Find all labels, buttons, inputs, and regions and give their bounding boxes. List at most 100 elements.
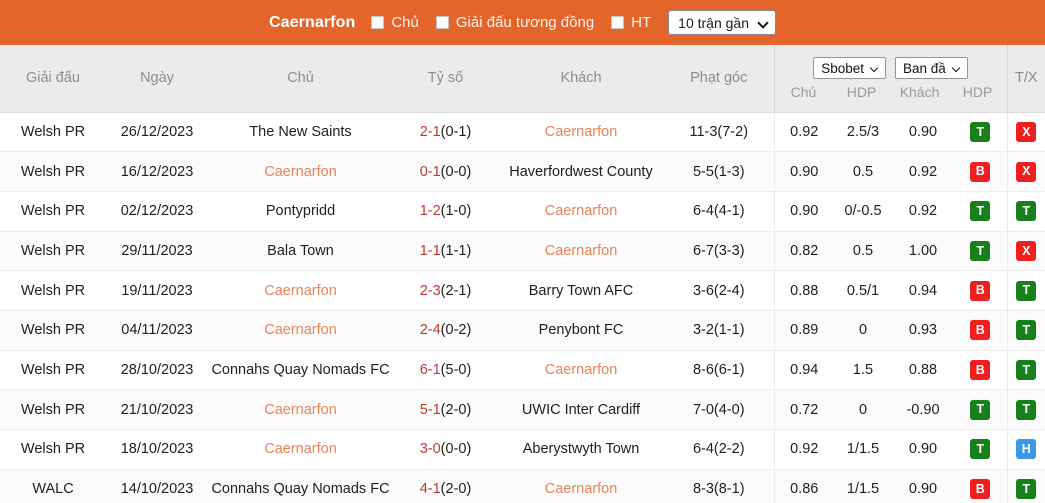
bookmaker-select[interactable]: Sbobet: [813, 57, 887, 80]
cell-home-team[interactable]: Connahs Quay Nomads FC: [208, 350, 393, 391]
cell-away-team[interactable]: Caernarfon: [498, 191, 664, 232]
column-header-date[interactable]: Ngày: [106, 45, 208, 113]
recent-matches-select[interactable]: 10 trận gần: [668, 10, 777, 35]
table-row[interactable]: Welsh PR 29/11/2023 Bala Town 1-1(1-1) Caern…: [0, 231, 1045, 272]
column-header-odds-group: Sbobet Ban đầ Chủ HDP Khách HDP: [773, 45, 1008, 113]
cell-home-team[interactable]: Caernarfon: [208, 389, 393, 430]
column-header-score[interactable]: Tỷ số: [393, 45, 498, 113]
table-row[interactable]: Welsh PR 21/10/2023 Caernarfon 5-1(2-0) UWIC…: [0, 389, 1045, 430]
cell-result-badge: T: [954, 191, 1008, 232]
table-header-row: Giải đấu Ngày Chủ Tỷ số Khách Phạt góc S…: [0, 45, 1045, 113]
cell-league: Welsh PR: [0, 191, 106, 232]
cell-date: 21/10/2023: [106, 389, 208, 430]
table-row[interactable]: Welsh PR 28/10/2023 Connahs Quay Nomads FC…: [0, 350, 1045, 391]
cell-score: 2-4(0-2): [393, 310, 498, 351]
cell-home-team[interactable]: Bala Town: [208, 231, 393, 272]
cell-result-badge: B: [954, 310, 1008, 351]
table-body: Welsh PR 26/12/2023 The New Saints 2-1(0-1)…: [0, 112, 1045, 503]
cell-corners: 8-3(8-1): [692, 481, 745, 498]
cell-date: 29/11/2023: [106, 231, 208, 272]
cell-away-team[interactable]: Caernarfon: [498, 469, 664, 503]
cell-home-odds: 0.90: [773, 151, 834, 192]
cell-date: 26/12/2023: [106, 112, 208, 153]
column-header-tx[interactable]: T/X: [1006, 45, 1045, 113]
column-header-league[interactable]: Giải đấu: [0, 45, 106, 113]
checkbox-unchecked-icon[interactable]: [435, 16, 449, 29]
cell-home-odds: 0.88: [773, 270, 834, 311]
cell-away-team[interactable]: Penybont FC: [498, 310, 664, 351]
cell-away-team[interactable]: Aberystwyth Town: [498, 429, 664, 470]
cell-league: Welsh PR: [0, 231, 106, 272]
match-history-table-container: Giải đấu Ngày Chủ Tỷ số Khách Phạt góc S…: [0, 45, 1045, 503]
cell-score: 1-2(1-0): [393, 191, 498, 232]
cell-home-team[interactable]: Caernarfon: [208, 151, 393, 192]
filter-checkbox-ht[interactable]: HT: [611, 14, 651, 31]
status-badge-tx: X: [1016, 121, 1037, 142]
cell-home-team[interactable]: Caernarfon: [208, 429, 393, 470]
cell-hdp: 2.5/3: [834, 112, 892, 153]
status-badge-result: T: [970, 439, 991, 460]
cell-score: 2-3(2-1): [393, 270, 498, 311]
cell-away-team[interactable]: UWIC Inter Cardiff: [498, 389, 664, 430]
column-header-corners[interactable]: Phạt góc: [664, 45, 774, 113]
checkbox-unchecked-icon[interactable]: [371, 16, 385, 29]
cell-hdp: 0: [834, 389, 892, 430]
cell-away-odds: 1.00: [892, 231, 954, 272]
status-badge-tx: T: [1016, 359, 1037, 380]
cell-away-odds: 0.88: [892, 350, 954, 391]
cell-home-odds: 0.82: [773, 231, 834, 272]
cell-result-badge: T: [954, 231, 1008, 272]
table-row[interactable]: Welsh PR 04/11/2023 Caernarfon 2-4(0-2) Peny…: [0, 310, 1045, 351]
status-badge-tx: T: [1016, 201, 1037, 222]
cell-result-badge: T: [954, 429, 1008, 470]
status-badge-result: B: [970, 479, 991, 500]
cell-hdp: 0.5: [834, 151, 892, 192]
cell-home-team[interactable]: Caernarfon: [208, 310, 393, 351]
cell-league: Welsh PR: [0, 270, 106, 311]
cell-date: 14/10/2023: [120, 481, 194, 498]
cell-hdp: 0/-0.5: [834, 191, 892, 232]
column-header-home[interactable]: Chủ: [208, 45, 393, 113]
filter-label-same-league: Giải đấu tương đồng: [455, 14, 595, 31]
table-row[interactable]: Welsh PR 16/12/2023 Caernarfon 0-1(0-0) Have…: [0, 151, 1045, 192]
cell-league: WALC: [32, 481, 74, 498]
cell-away-team[interactable]: Caernarfon: [498, 112, 664, 153]
cell-date: 28/10/2023: [106, 350, 208, 391]
table-row[interactable]: Welsh PR 19/11/2023 Caernarfon 2-3(2-1) Barr…: [0, 270, 1045, 311]
cell-league: Welsh PR: [0, 389, 106, 430]
column-header-away[interactable]: Khách: [498, 45, 664, 113]
cell-away-team[interactable]: Caernarfon: [498, 231, 664, 272]
cell-home-team[interactable]: Pontypridd: [208, 191, 393, 232]
odds-line-select-value: Ban đầ: [903, 60, 946, 76]
cell-result-badge: B: [954, 350, 1008, 391]
cell-hdp: 1/1.5: [846, 481, 880, 498]
cell-away-team[interactable]: Haverfordwest County: [498, 151, 664, 192]
odds-line-select[interactable]: Ban đầ: [895, 57, 968, 80]
cell-league: Welsh PR: [0, 310, 106, 351]
cell-corners: 7-0(4-0): [664, 389, 774, 430]
cell-home-team[interactable]: Connahs Quay Nomads FC: [208, 469, 393, 503]
filter-checkbox-same-league[interactable]: Giải đấu tương đồng: [435, 14, 595, 31]
filter-checkbox-home[interactable]: Chủ: [371, 14, 419, 31]
chevron-down-icon: [871, 64, 880, 73]
cell-score: 4-1(2-0): [419, 481, 472, 498]
checkbox-unchecked-icon[interactable]: [611, 16, 625, 29]
cell-away-team[interactable]: Barry Town AFC: [498, 270, 664, 311]
cell-home-team[interactable]: Caernarfon: [208, 270, 393, 311]
cell-home-odds: 0.72: [773, 389, 834, 430]
table-row[interactable]: Welsh PR 18/10/2023 Caernarfon 3-0(0-0) Aber…: [0, 429, 1045, 470]
table-row[interactable]: WALC 14/10/2023 Connahs Quay Nomads FC 4-1(…: [0, 469, 1045, 503]
cell-league: Welsh PR: [0, 429, 106, 470]
bookmaker-select-value: Sbobet: [821, 60, 865, 76]
status-badge-result: B: [970, 280, 991, 301]
cell-away-odds: 0.94: [892, 270, 954, 311]
cell-score: 2-1(0-1): [393, 112, 498, 153]
status-badge-tx: T: [1016, 280, 1037, 301]
table-row[interactable]: Welsh PR 02/12/2023 Pontypridd 1-2(1-0) Caer…: [0, 191, 1045, 232]
cell-away-team[interactable]: Caernarfon: [498, 350, 664, 391]
cell-tx-badge: T: [1006, 310, 1045, 351]
table-row[interactable]: Welsh PR 26/12/2023 The New Saints 2-1(0-1)…: [0, 112, 1045, 153]
status-badge-tx: H: [1016, 439, 1037, 460]
cell-result-badge: B: [954, 270, 1008, 311]
cell-home-team[interactable]: The New Saints: [208, 112, 393, 153]
